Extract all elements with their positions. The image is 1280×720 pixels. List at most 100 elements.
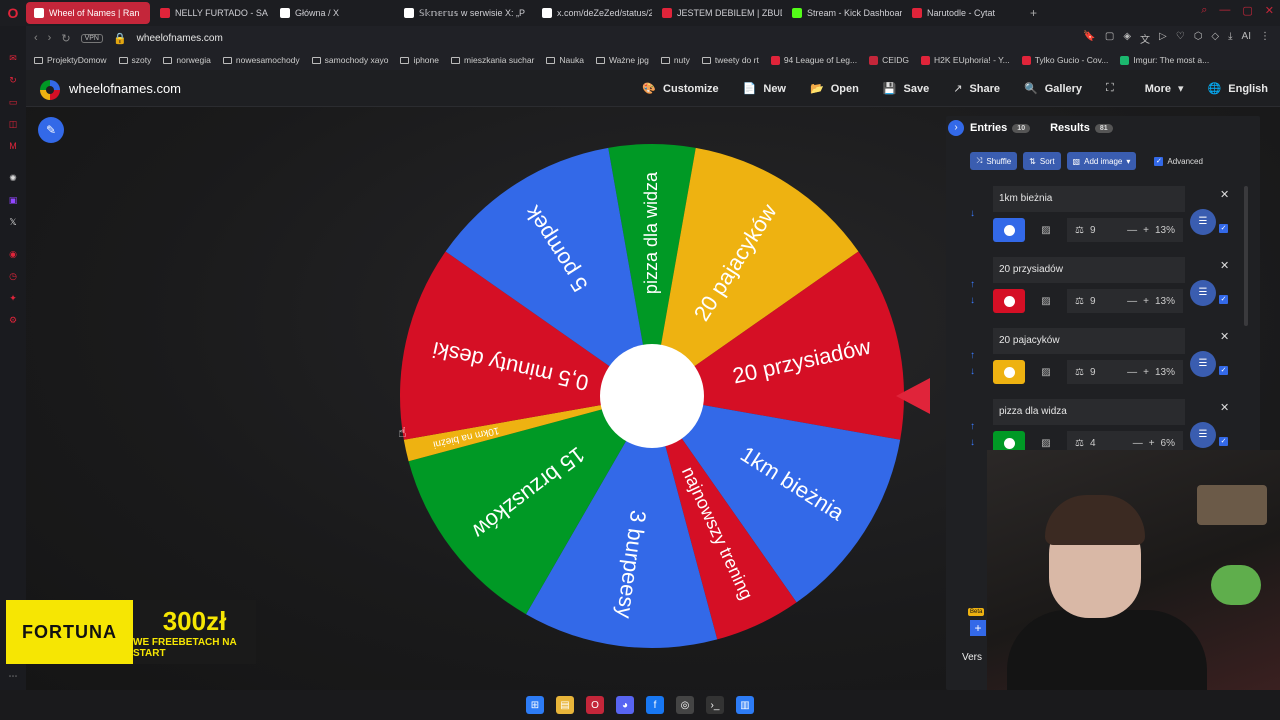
bookmark-item[interactable]: Ważne jpg (595, 55, 649, 65)
remove-entry-icon[interactable]: ✕ (1220, 259, 1229, 272)
advanced-checkbox[interactable]: ✓ (1154, 156, 1164, 166)
opera-taskbar-icon[interactable]: O (586, 696, 604, 714)
url-field[interactable]: wheelofnames.com (137, 33, 223, 44)
x-icon[interactable]: 𝕏 (7, 216, 19, 228)
nav-new-button[interactable]: 📄 New (731, 70, 798, 107)
reload-icon[interactable]: ↻ (61, 32, 70, 45)
settings-icon[interactable]: ⚙ (7, 314, 19, 326)
bookmark-item[interactable]: Tylko Gucio - Cov... (1021, 55, 1108, 65)
file-explorer-icon[interactable]: ▤ (556, 696, 574, 714)
nav-english-button[interactable]: 🌐 English (1196, 70, 1280, 107)
entry-settings-icon[interactable]: ☰ (1190, 209, 1216, 235)
weight-plus-icon[interactable]: + (1143, 296, 1149, 307)
nav-save-button[interactable]: 💾 Save (871, 70, 941, 107)
extensions-icon[interactable]: ⬡ (1194, 31, 1203, 46)
entry-enabled-checkbox[interactable]: ✓ (1219, 295, 1228, 304)
wheel-center-button[interactable] (600, 344, 704, 448)
entry-weight-control[interactable]: ⚖ 9 — + 13% (1067, 218, 1183, 242)
weight-plus-icon[interactable]: + (1149, 438, 1155, 449)
entry-weight-value[interactable]: 9 (1090, 367, 1096, 378)
shield-icon[interactable]: ◈ (1123, 31, 1131, 46)
entry-color-button[interactable] (993, 289, 1025, 313)
twitch-icon[interactable]: ▣ (7, 194, 19, 206)
vpn-icon[interactable]: ◇ (1211, 31, 1219, 46)
wallet-icon[interactable]: ▭ (7, 96, 19, 108)
opera-logo-icon[interactable]: O (0, 0, 26, 26)
entry-weight-value[interactable]: 9 (1090, 225, 1096, 236)
entry-weight-control[interactable]: ⚖ 9 — + 13% (1067, 360, 1183, 384)
browser-tab[interactable]: NELLY FURTADO - SA (152, 2, 270, 24)
browser-tab[interactable]: Narutodle - Cytat (904, 2, 1022, 24)
wheel[interactable]: pizza dla widza 20 pajacyków 20 przysiadów… (396, 140, 930, 652)
search-tabs-icon[interactable]: ⌕ (1201, 4, 1207, 17)
entries-scrollbar[interactable] (1244, 186, 1248, 326)
forward-icon[interactable]: › (48, 32, 52, 44)
entry-settings-icon[interactable]: ☰ (1190, 351, 1216, 377)
bookmark-item[interactable]: nowesamochody (222, 55, 300, 65)
bookmark-item[interactable]: nuty (660, 55, 690, 65)
advanced-toggle[interactable]: ✓ Advanced (1154, 156, 1203, 166)
browser-tab[interactable]: JESTEM DEBILEM | ZBUD (654, 2, 782, 24)
entry-text-input[interactable]: 1km bieżnia (993, 186, 1185, 212)
entry-text-input[interactable]: 20 przysiadów (993, 257, 1185, 283)
nav-open-button[interactable]: 📂 Open (798, 70, 871, 107)
entry-image-icon[interactable]: ▨ (1031, 360, 1061, 384)
browser-tab[interactable]: 𝕊𝕜𝕟𝕖𝕣𝕦𝕤 w serwisie X: „P (396, 2, 532, 24)
entry-settings-icon[interactable]: ☰ (1190, 422, 1216, 448)
bookmark-item[interactable]: CEIDG (869, 55, 909, 65)
browser-tab[interactable]: Wheel of Names | Ran (26, 2, 150, 24)
browser-tab[interactable]: x.com/deZeZed/status/20 (534, 2, 652, 24)
bookmark-item[interactable]: ProjektyDomow (34, 55, 107, 65)
entry-weight-value[interactable]: 9 (1090, 296, 1096, 307)
history-icon[interactable]: ↻ (7, 74, 19, 86)
bookmark-item[interactable]: Nauka (546, 55, 584, 65)
entry-enabled-checkbox[interactable]: ✓ (1219, 224, 1228, 233)
bookmark-item[interactable]: H2K EUphoria! - Y... (921, 55, 1010, 65)
entry-settings-icon[interactable]: ☰ (1190, 280, 1216, 306)
add-entry-button[interactable]: + (970, 620, 986, 636)
menu-icon[interactable]: ⋮ (1260, 31, 1270, 46)
bookmark-item[interactable]: 94 League of Leg... (770, 55, 857, 65)
discord-icon[interactable]: ◕ (616, 696, 634, 714)
translate-icon[interactable]: 文 (1140, 31, 1150, 46)
remove-entry-icon[interactable]: ✕ (1220, 330, 1229, 343)
nav-fullscreen-button[interactable]: ⛶ (1094, 70, 1133, 107)
remove-entry-icon[interactable]: ✕ (1220, 401, 1229, 414)
obs-icon[interactable]: ◎ (676, 696, 694, 714)
bookmark-item[interactable]: mieszkania suchar (451, 55, 534, 65)
weight-plus-icon[interactable]: + (1143, 225, 1149, 236)
wheel-svg[interactable]: pizza dla widza 20 pajacyków20 przysiadów… (396, 140, 930, 652)
nav-share-button[interactable]: ↗ Share (941, 70, 1012, 107)
minimize-icon[interactable]: — (1219, 4, 1230, 17)
terminal-icon[interactable]: ›_ (706, 696, 724, 714)
bookmark-item[interactable]: szoty (118, 55, 151, 65)
site-name[interactable]: wheelofnames.com (69, 81, 181, 96)
remove-entry-icon[interactable]: ✕ (1220, 188, 1229, 201)
maximize-icon[interactable]: ▢ (1242, 4, 1252, 17)
bookmark-icon[interactable]: 🔖 (1083, 31, 1095, 46)
site-logo-icon[interactable] (40, 80, 60, 100)
reorder-arrows[interactable]: ↑ ↓ (970, 277, 975, 309)
reorder-arrows[interactable]: ↑ ↓ (970, 348, 975, 380)
back-icon[interactable]: ‹ (34, 32, 38, 44)
extensions-icon[interactable]: ✦ (7, 292, 19, 304)
edit-pencil-icon[interactable]: ✎ (38, 117, 64, 143)
bookmark-item[interactable]: Imgur: The most a... (1120, 55, 1209, 65)
bookmark-item[interactable]: samochody xayo (311, 55, 388, 65)
nav-more-button[interactable]: More ▾ (1133, 70, 1196, 107)
reorder-arrows[interactable]: ↓ (970, 206, 975, 222)
messenger-icon[interactable]: ✉ (7, 52, 19, 64)
browser-tab[interactable]: Stream - Kick Dashboard (784, 2, 902, 24)
shuffle-button[interactable]: ⤨ Shuffle (970, 152, 1018, 170)
weight-minus-icon[interactable]: — (1127, 367, 1137, 378)
entry-text-input[interactable]: pizza dla widza (993, 399, 1185, 425)
chat-icon[interactable]: ◫ (7, 118, 19, 130)
bookmark-item[interactable]: iphone (400, 55, 439, 65)
new-tab-button[interactable]: + (1022, 6, 1045, 20)
play-icon[interactable]: ▷ (1159, 31, 1167, 46)
notepad-icon[interactable]: ▥ (736, 696, 754, 714)
player-icon[interactable]: ◉ (7, 248, 19, 260)
nav-customize-button[interactable]: 🎨 Customize (630, 70, 730, 107)
entry-color-button[interactable] (993, 360, 1025, 384)
entry-image-icon[interactable]: ▨ (1031, 218, 1061, 242)
